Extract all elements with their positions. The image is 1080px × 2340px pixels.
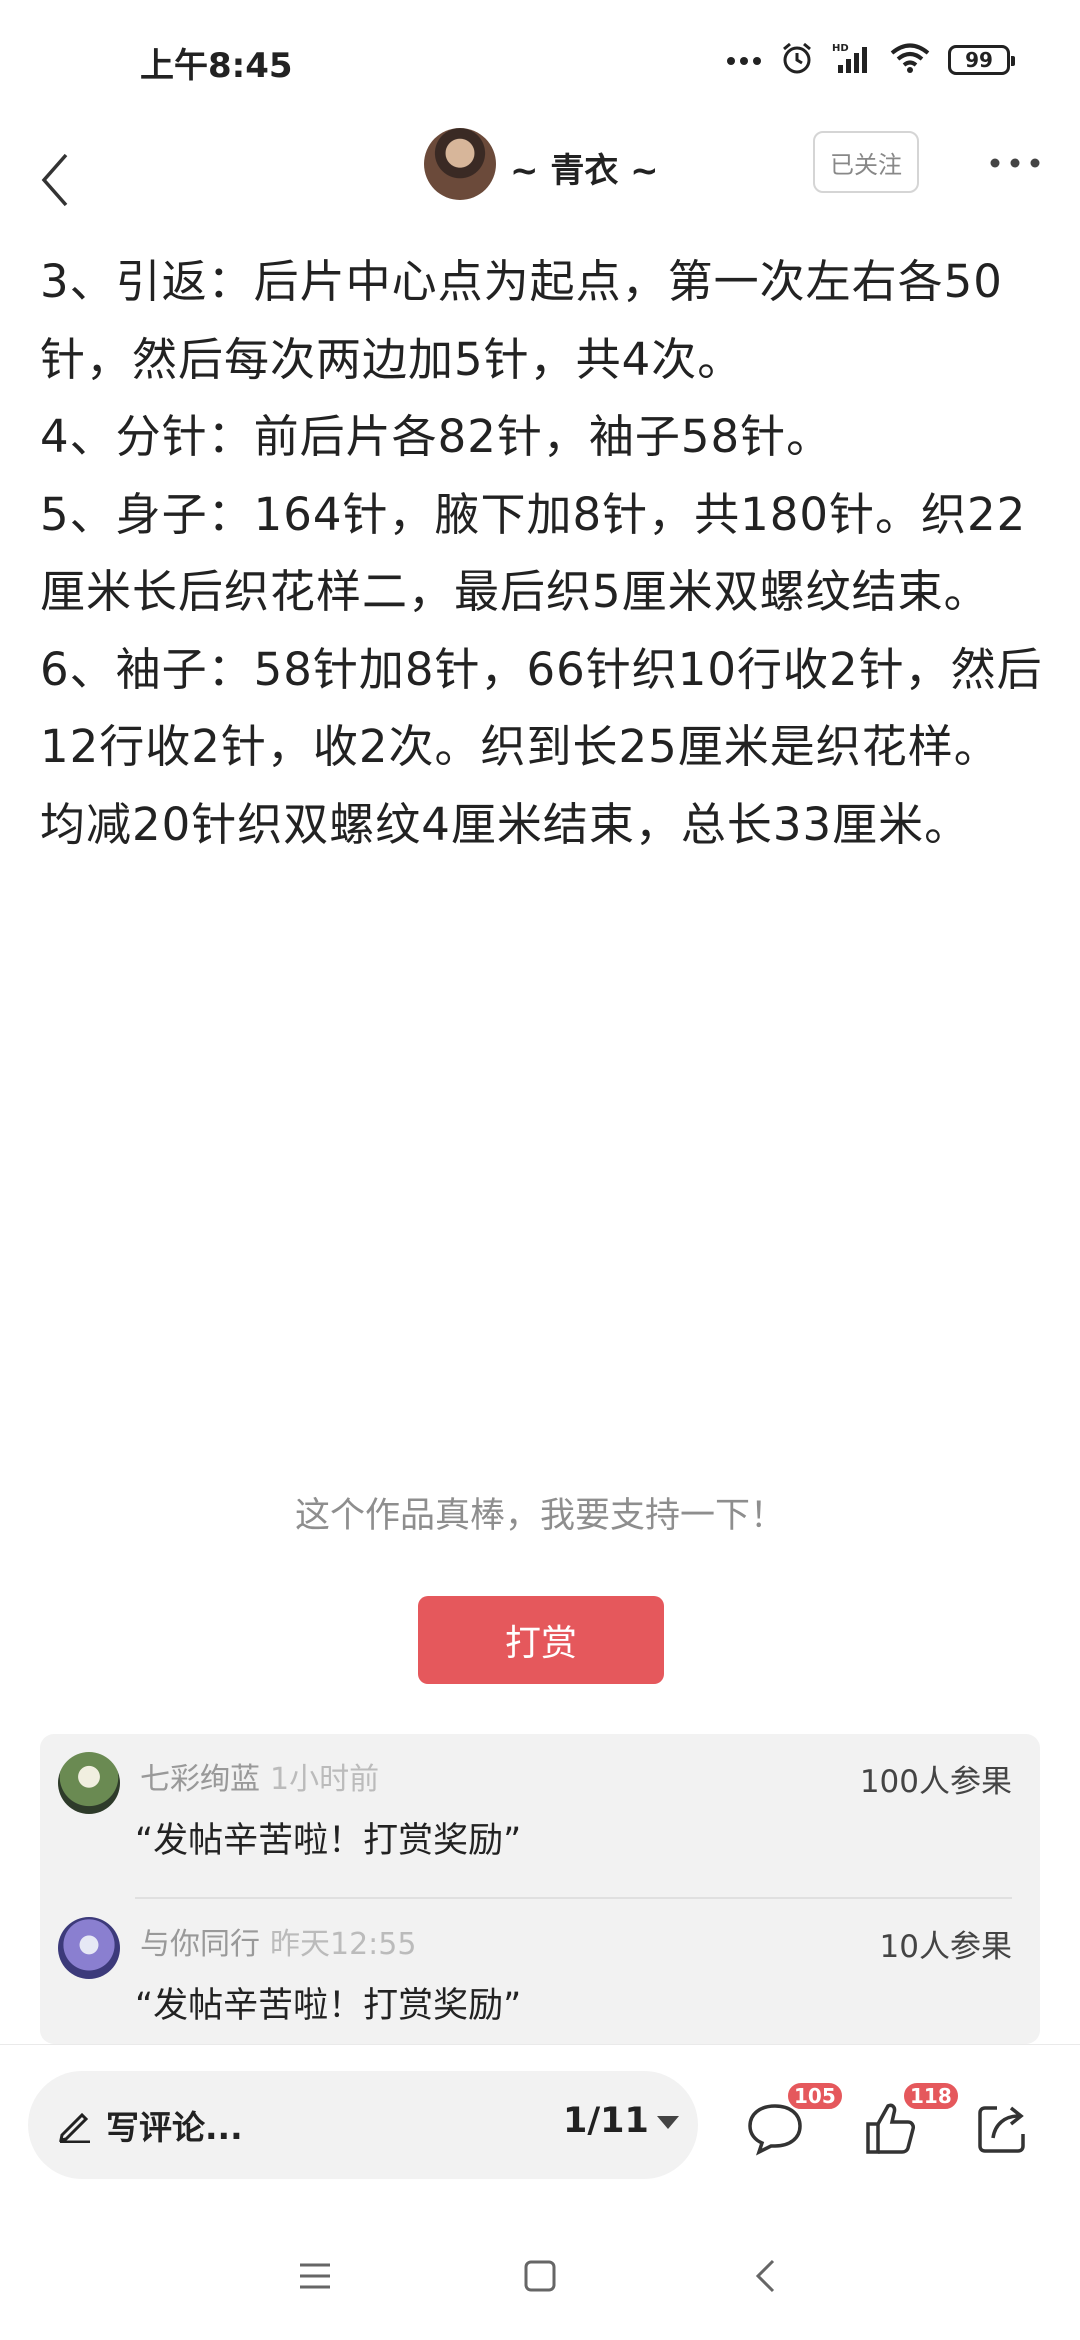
reward-user-name: 七彩绚蓝 (140, 1762, 260, 1797)
chevron-left-icon (755, 2259, 775, 2293)
back-arrow-icon (41, 153, 68, 207)
more-dots-icon (726, 51, 762, 70)
more-icon (990, 158, 1040, 168)
hd-signal-icon: HD (832, 41, 872, 79)
reward-item[interactable]: 七彩绚蓝 1小时前 100人参果 “发帖辛苦啦！打赏奖励” (40, 1734, 1040, 1899)
comment-placeholder: 写评论... (106, 2108, 243, 2147)
reward-user-name: 与你同行 (140, 1927, 260, 1962)
article-paragraph: 6、袖子：58针加8针，66针织10行收2针，然后12行收2针，收2次。织到长2… (40, 642, 1043, 851)
author-name[interactable]: ~ 青衣 ~ (510, 143, 659, 192)
like-count-badge: 118 (902, 2081, 960, 2111)
wifi-icon (890, 42, 930, 78)
back-nav-button[interactable] (735, 2246, 795, 2306)
page-indicator[interactable]: 1/11 (563, 2101, 649, 2141)
system-nav-bar (0, 2206, 1080, 2340)
article-paragraph: 4、分针：前后片各82针，袖子58针。 (40, 410, 833, 463)
home-nav-button[interactable] (510, 2246, 570, 2306)
menu-nav-button[interactable] (285, 2246, 345, 2306)
reward-user-name-line: 与你同行 昨天12:55 (140, 1919, 416, 1963)
share-icon (978, 2106, 1025, 2153)
reward-time: 1小时前 (270, 1762, 380, 1797)
back-button[interactable] (20, 140, 90, 220)
reward-item[interactable]: 与你同行 昨天12:55 10人参果 “发帖辛苦啦！打赏奖励” (40, 1899, 1040, 2044)
more-options-button[interactable] (980, 143, 1050, 183)
reward-list: 七彩绚蓝 1小时前 100人参果 “发帖辛苦啦！打赏奖励” 与你同行 昨天12:55… (40, 1734, 1040, 2044)
follow-button[interactable]: 已关注 (813, 131, 919, 193)
post-header: ~ 青衣 ~ 已关注 (0, 125, 1080, 235)
svg-text:HD: HD (832, 43, 849, 54)
battery-level: 99 (965, 48, 993, 72)
battery-icon: 99 (948, 45, 1015, 75)
reward-message: “发帖辛苦啦！打赏奖励” (135, 1986, 522, 2026)
reward-time: 昨天12:55 (270, 1927, 417, 1962)
comment-input[interactable]: 写评论... 1/11 (28, 2071, 698, 2179)
reward-user-avatar[interactable] (58, 1752, 120, 1814)
article-paragraph: 3、引返：后片中心点为起点，第一次左右各50针，然后每次两边加5针，共4次。 (40, 255, 1003, 386)
reward-user-avatar[interactable] (58, 1917, 120, 1979)
reward-message: “发帖辛苦啦！打赏奖励” (135, 1821, 522, 1861)
reward-button[interactable]: 打赏 (418, 1596, 664, 1684)
comment-count-badge: 105 (786, 2081, 844, 2111)
pen-icon (56, 2105, 94, 2147)
article-body: 3、引返：后片中心点为起点，第一次左右各50针，然后每次两边加5针，共4次。 4… (40, 243, 1045, 863)
reward-count: 100人参果 (859, 1764, 1012, 1800)
article-paragraph: 5、身子：164针，腋下加8针，共180针。织22厘米长后织花样二，最后织5厘米… (40, 487, 1027, 619)
reward-user-name-line: 七彩绚蓝 1小时前 (140, 1754, 379, 1798)
status-bar: 上午8:45 HD 99 (0, 0, 1080, 125)
alarm-icon (780, 41, 814, 79)
home-square-icon (524, 2260, 556, 2292)
status-time: 上午8:45 (140, 46, 293, 86)
bottom-action-bar: 写评论... 1/11 105 118 (0, 2044, 1080, 2207)
reward-count: 10人参果 (879, 1929, 1012, 1965)
menu-icon (300, 2263, 330, 2289)
support-prompt: 这个作品真棒，我要支持一下！ (294, 1496, 785, 1536)
author-avatar[interactable] (424, 128, 496, 200)
status-icons: HD 99 (726, 38, 1015, 82)
caret-down-icon[interactable] (656, 2115, 680, 2135)
share-button[interactable] (968, 2093, 1038, 2163)
